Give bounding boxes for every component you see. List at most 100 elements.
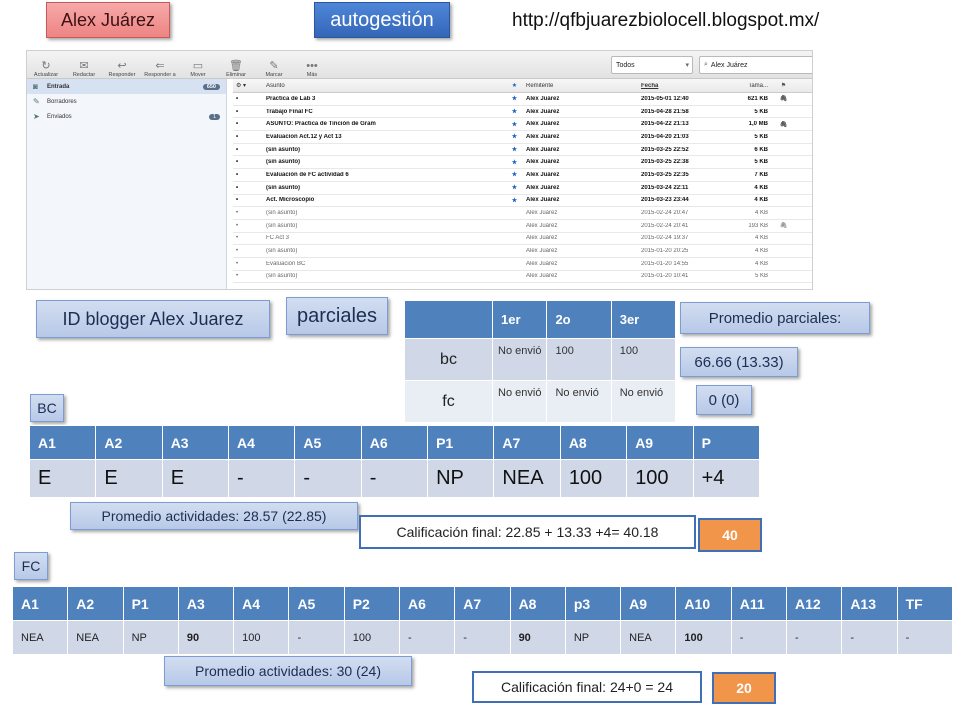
folder-label: Entrada	[47, 83, 70, 90]
toolbar-button-0[interactable]: ↻ Actualizar	[27, 51, 65, 79]
attachment-col-icon[interactable]: ⚑	[772, 82, 792, 89]
thread-dot-icon: •	[236, 146, 239, 153]
message-from: Alex Juárez	[526, 210, 558, 217]
message-date: 2015-04-20 21:03	[641, 133, 689, 140]
toolbar-button-3[interactable]: ⇐ Responder a	[141, 51, 179, 79]
message-subject: Evaluación de FC actividad 6	[266, 171, 349, 178]
star-icon[interactable]: ★	[503, 95, 523, 102]
message-row[interactable]: • (sin asunto) Alex Juárez 2015-02-24 20:47…	[233, 207, 812, 220]
toolbar-button-label: Marcar	[265, 72, 283, 78]
message-size: 5 KB	[754, 273, 768, 280]
fc-promedio-tag: Promedio actividades: 30 (24)	[164, 656, 412, 686]
message-row[interactable]: • (sin asunto) ★ Alex Juárez 2015-03-25 22:3…	[233, 156, 812, 170]
col-from[interactable]: Remitente	[523, 83, 638, 89]
bc-header-cell: A6	[360, 425, 429, 460]
message-row[interactable]: • (sin asunto) ★ Alex Juárez 2015-03-25 22:5…	[233, 144, 812, 157]
bc-value-cell: NEA	[493, 459, 561, 498]
toolbar-button-label: Actualizar	[33, 72, 59, 78]
message-size: 7 KB	[754, 171, 768, 178]
star-icon[interactable]: ★	[503, 146, 523, 153]
star-icon[interactable]: ★	[503, 159, 523, 166]
message-from: Alex Juárez	[526, 222, 558, 229]
message-row[interactable]: • (sin asunto) ★ Alex Juárez 2015-03-24 22:1…	[233, 182, 812, 195]
search-input[interactable]: ⌕ Alex Juárez	[699, 56, 812, 74]
fc-value-cell: 90	[509, 620, 566, 655]
bc-header-cell: A2	[95, 425, 163, 460]
thread-dot-icon: •	[236, 273, 239, 280]
message-row[interactable]: • (sin asunto) Alex Juárez 2015-02-24 20:41…	[233, 220, 812, 233]
refresh-icon: ↻	[41, 60, 51, 72]
fc-table: A1 A2 P1 A3 A4 A5 P2 A6 A7 A8 p3 A9 A10 A11 A12 A13 TF N…	[11, 586, 954, 655]
message-row[interactable]: • Act. Microscopio ★ Alex Juárez 2015-03-23 …	[233, 195, 812, 208]
mail-toolbar: ↻ Actualizar ✉ Redactar ↩ Responder ⇐ Responder…	[27, 51, 812, 79]
folder-item[interactable]: ◙ Entrada 650	[27, 79, 226, 94]
table-cell: No envió	[546, 380, 612, 423]
parciales-tag: parciales	[286, 297, 388, 335]
fc-header-cell: A7	[454, 586, 511, 621]
thread-icon[interactable]: ⚙ ▾	[233, 82, 263, 89]
star-icon[interactable]: ★	[503, 108, 523, 115]
bc-header-cell: P1	[427, 425, 495, 460]
filter-select[interactable]: Todos ▾	[611, 56, 693, 74]
bc-final-grade: 40	[698, 518, 762, 552]
folder-item[interactable]: ✎ Borradores	[27, 94, 226, 109]
star-col-icon[interactable]: ★	[503, 82, 523, 89]
message-list: ⚙ ▾ Asunto ★ Remitente Fecha Tama... ⚑ •…	[233, 79, 812, 289]
blog-url[interactable]: http://qfbjuarezbiolocell.blogspot.mx/	[512, 10, 819, 32]
thread-dot-icon: •	[236, 260, 239, 267]
bc-value-cell: NP	[427, 459, 495, 498]
bc-calificacion-box: Calificación final: 22.85 + 13.33 +4= 40…	[359, 515, 696, 549]
message-row[interactable]: • ASUNTO: Practica de Tinción de Gram ★ Ale…	[233, 118, 812, 132]
folder-item[interactable]: ➤ Enviados 1	[27, 109, 226, 124]
toolbar-button-1[interactable]: ✉ Redactar	[65, 51, 103, 79]
fc-value-cell: 90	[177, 620, 235, 655]
message-size: 4 KB	[754, 197, 768, 204]
attachment-icon: 🖇	[779, 121, 788, 128]
attachment-icon: 🖇	[779, 96, 788, 103]
star-icon[interactable]: ★	[503, 121, 523, 128]
col-size[interactable]: Tama...	[730, 83, 772, 89]
star-icon[interactable]: ★	[503, 184, 523, 191]
star-icon[interactable]: ★	[503, 133, 523, 140]
col-subject[interactable]: Asunto	[263, 83, 503, 89]
bc-header-cell: A3	[161, 425, 230, 460]
toolbar-button-5[interactable]: 🗑 Eliminar	[217, 51, 255, 79]
thread-dot-icon: •	[236, 222, 239, 229]
toolbar-button-2[interactable]: ↩ Responder	[103, 51, 141, 79]
message-size: 4 KB	[754, 184, 768, 191]
col-date[interactable]: Fecha	[638, 83, 730, 89]
message-row[interactable]: • FC Act 3 Alex Juárez 2015-02-24 19:37 4 KB	[233, 233, 812, 246]
parciales-row-fc: fc No envió No envió No envió	[404, 380, 677, 423]
fc-value-cell: -	[454, 620, 511, 655]
bc-header-cell: A7	[493, 425, 561, 460]
fc-header-cell: A10	[675, 586, 732, 621]
parciales-header-row: 1er 2o 3er	[404, 300, 677, 339]
fc-value-cell: 100	[675, 620, 732, 655]
message-date: 2015-01-20 14:55	[641, 260, 689, 267]
toolbar-button-6[interactable]: ✎ Marcar	[255, 51, 293, 79]
table-cell: No envió	[491, 338, 548, 381]
drafts-icon: ✎	[33, 97, 40, 106]
parciales-header-cell	[404, 300, 493, 339]
compose-icon: ✉	[79, 60, 89, 72]
message-date: 2015-03-23 23:44	[641, 197, 689, 204]
student-name-tag: Alex Juárez	[46, 2, 170, 38]
toolbar-button-label: Más	[306, 72, 318, 78]
message-subject: ASUNTO: Practica de Tinción de Gram	[266, 121, 376, 128]
toolbar-button-label: Responder	[108, 72, 136, 78]
bc-value-cell: 100	[626, 459, 694, 498]
message-row[interactable]: • Evaluacion Act.12 y Act 13 ★ Alex Juárez 2…	[233, 131, 812, 144]
bc-promedio-tag: Promedio actividades: 28.57 (22.85)	[70, 502, 358, 530]
message-row[interactable]: • Trabajo Final FC ★ Alex Juárez 2015-04-28 …	[233, 106, 812, 119]
message-list-header: ⚙ ▾ Asunto ★ Remitente Fecha Tama... ⚑	[233, 79, 812, 93]
message-row[interactable]: • (sin asunto) Alex Juárez 2015-01-20 10:41…	[233, 271, 812, 284]
parciales-table: 1er 2o 3er bc No envió 100 100 fc No env…	[404, 300, 677, 423]
message-row[interactable]: • (sin asunto) Alex Juárez 2015-01-20 20:25…	[233, 245, 812, 258]
message-row[interactable]: • Practica de Lab 3 ★ Alex Juárez 2015-05-01…	[233, 93, 812, 106]
message-row[interactable]: • Evaluación de FC actividad 6 ★ Alex Juáre…	[233, 169, 812, 182]
message-row[interactable]: • Evaluación BC Alex Juárez 2015-01-20 14:5…	[233, 258, 812, 271]
star-icon[interactable]: ★	[503, 171, 523, 178]
star-icon[interactable]: ★	[503, 197, 523, 204]
toolbar-button-4[interactable]: ▭ Mover	[179, 51, 217, 79]
toolbar-button-7[interactable]: ••• Más	[293, 51, 331, 79]
